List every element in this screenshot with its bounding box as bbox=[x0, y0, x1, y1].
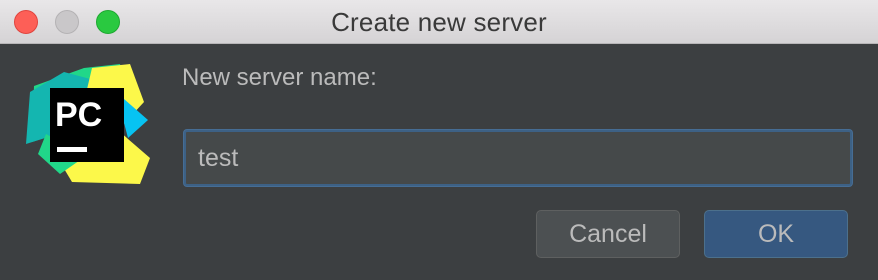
server-name-label: New server name: bbox=[182, 64, 377, 91]
server-name-input[interactable] bbox=[184, 130, 852, 186]
cancel-button[interactable]: Cancel bbox=[536, 210, 680, 258]
logo-text: PC bbox=[55, 96, 102, 134]
title-bar: Create new server bbox=[0, 0, 878, 44]
create-server-dialog: Create new server PC New server name: Ca… bbox=[0, 0, 878, 280]
ok-button[interactable]: OK bbox=[704, 210, 848, 258]
pycharm-logo-icon: PC bbox=[24, 62, 152, 186]
dialog-title: Create new server bbox=[331, 7, 547, 37]
